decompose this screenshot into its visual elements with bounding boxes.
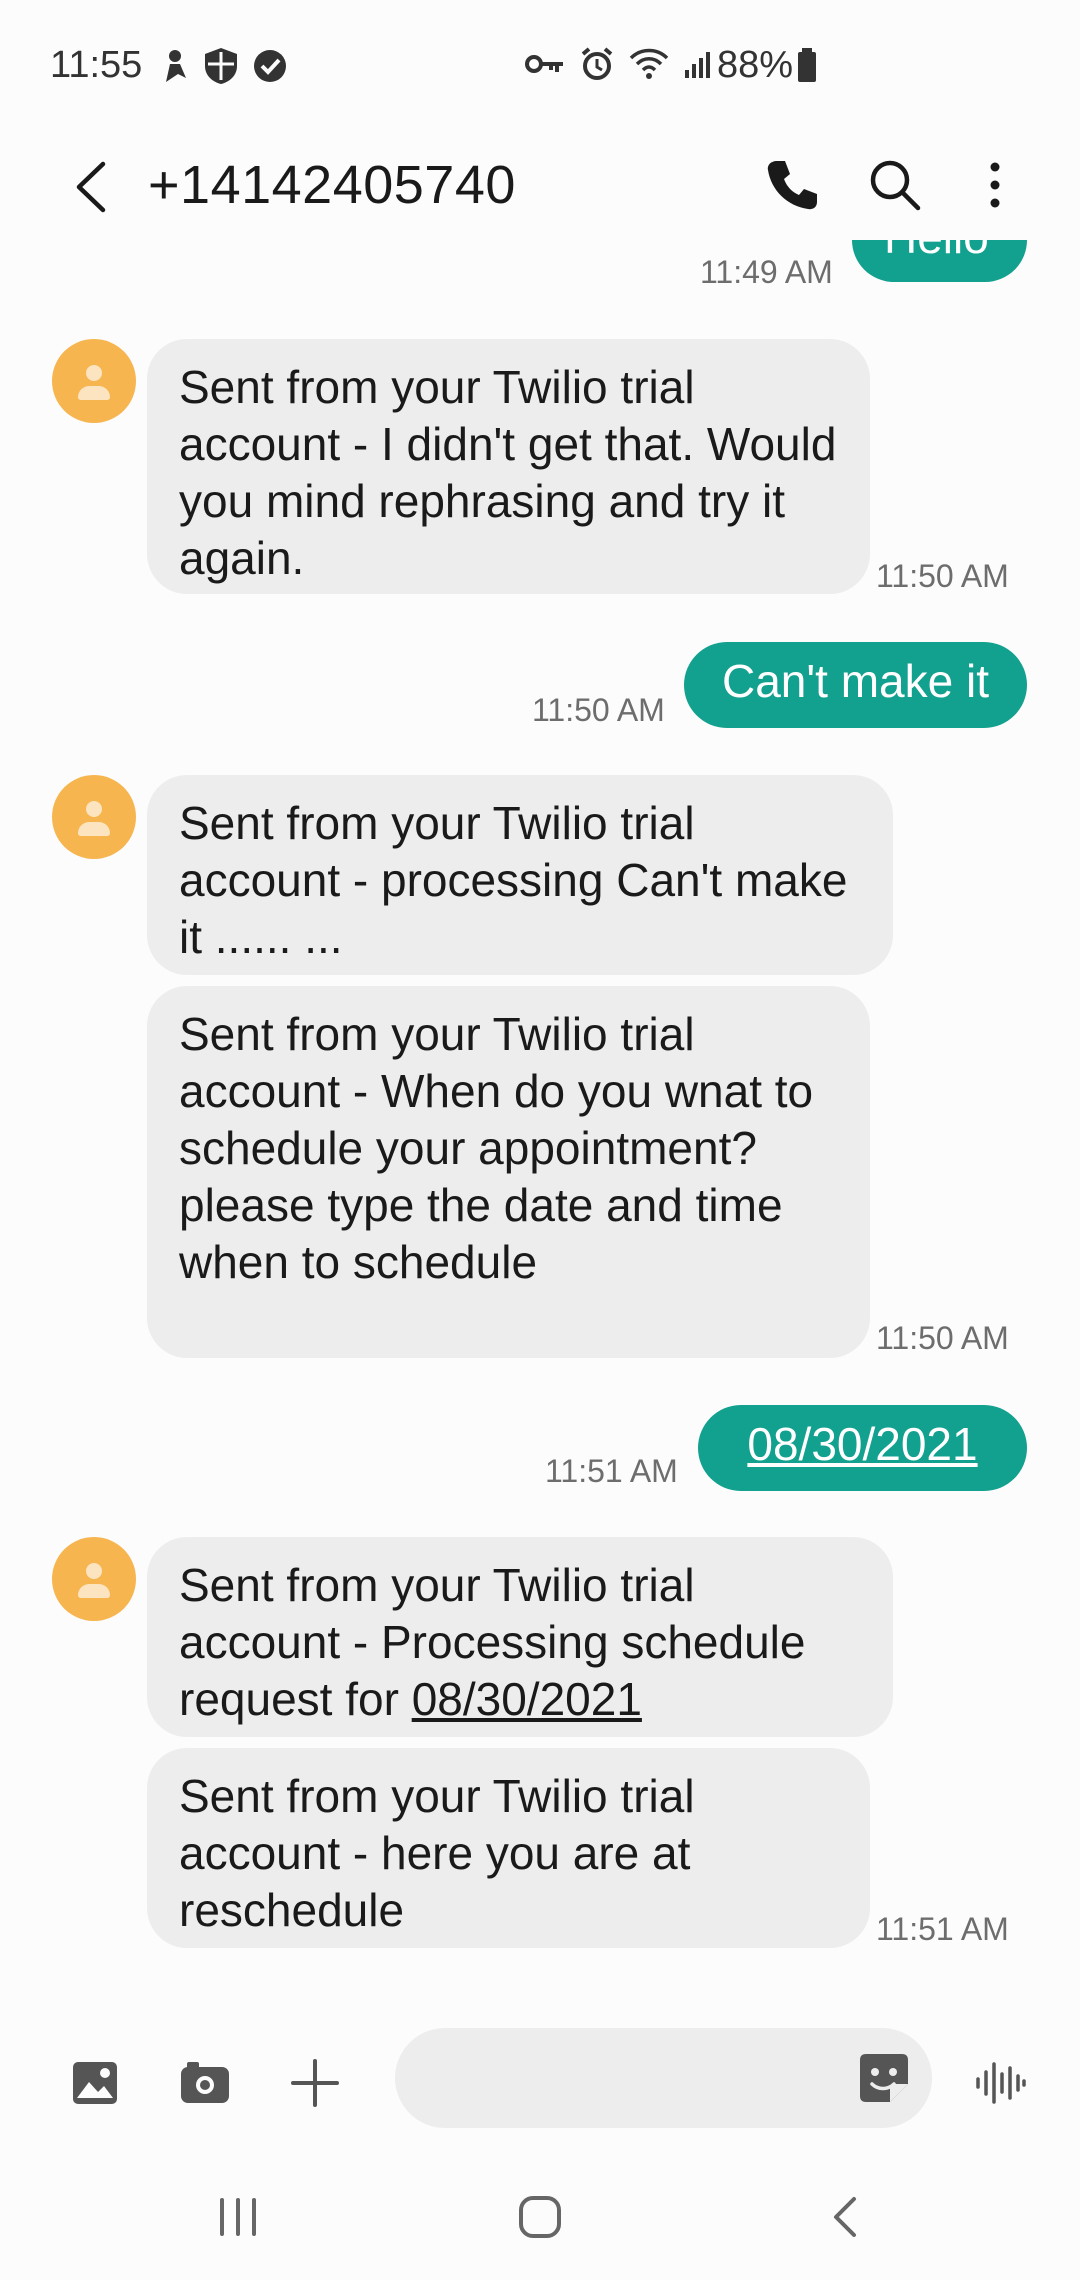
vpn-key-icon [525, 55, 563, 73]
message-timestamp: 11:50 AM [532, 692, 665, 728]
outgoing-message-bubble[interactable]: Hello [852, 240, 1027, 282]
incoming-message-bubble[interactable]: Sent from your Twilio trial account - I … [147, 339, 870, 594]
conversation-header: +14142405740 [0, 130, 1080, 240]
message-timestamp: 11:51 AM [876, 1911, 1009, 1947]
back-button[interactable] [60, 152, 120, 222]
chevron-left-icon [834, 2197, 856, 2237]
status-time: 11:55 [50, 44, 143, 86]
battery-icon [798, 48, 816, 82]
message-timestamp: 11:50 AM [876, 558, 1009, 594]
status-right-icons [525, 46, 717, 82]
plus-icon [291, 2059, 339, 2107]
sticker-button[interactable] [856, 2050, 912, 2106]
add-attachment-button[interactable] [280, 2048, 350, 2118]
signal-icon [685, 52, 710, 78]
arrow-left-icon [76, 161, 106, 213]
incoming-message-bubble[interactable]: Sent from your Twilio trial account - Pr… [147, 1537, 893, 1737]
voice-input-button[interactable] [965, 2048, 1035, 2118]
alarm-icon [581, 47, 613, 80]
battery-percent: 88% [717, 44, 794, 86]
date-link[interactable]: 08/30/2021 [747, 1418, 977, 1470]
recents-button[interactable] [198, 2182, 278, 2252]
date-link[interactable]: 08/30/2021 [412, 1673, 642, 1725]
recents-icon [220, 2198, 256, 2236]
message-timestamp: 11:49 AM [700, 254, 833, 290]
camera-button[interactable] [170, 2048, 240, 2118]
incoming-message-bubble[interactable]: Sent from your Twilio trial account - he… [147, 1748, 870, 1948]
message-timestamp: 11:51 AM [545, 1453, 678, 1489]
incoming-message-bubble[interactable]: Sent from your Twilio trial account - Wh… [147, 986, 870, 1358]
incoming-message-bubble[interactable]: Sent from your Twilio trial account - pr… [147, 775, 893, 975]
call-button[interactable] [757, 150, 827, 220]
notification-figure-icon [166, 50, 186, 82]
wifi-icon [629, 48, 669, 79]
contact-avatar[interactable] [52, 775, 136, 859]
waveform-icon [976, 2062, 1026, 2104]
home-icon [519, 2196, 561, 2238]
camera-icon [181, 2062, 229, 2103]
status-left-icons [160, 46, 288, 86]
outgoing-message-bubble[interactable]: Can't make it [684, 642, 1027, 728]
sticker-icon [860, 2054, 908, 2102]
compose-bar [0, 2010, 1080, 2140]
search-icon [870, 160, 921, 211]
more-vert-icon [990, 162, 1000, 208]
phone-icon [767, 161, 817, 210]
status-bar: 11:55 88% [0, 0, 1080, 130]
image-icon [73, 2062, 117, 2104]
contact-avatar[interactable] [52, 339, 136, 423]
contact-avatar[interactable] [52, 1537, 136, 1621]
contact-title: +14142405740 [148, 155, 516, 215]
message-input[interactable] [395, 2028, 932, 2128]
message-clip: Hello [0, 240, 1080, 310]
shield-icon [205, 48, 237, 84]
home-button[interactable] [500, 2182, 580, 2252]
more-options-button[interactable] [960, 150, 1030, 220]
system-navigation-bar [0, 2160, 1080, 2280]
check-circle-icon [254, 50, 286, 82]
gallery-button[interactable] [60, 2048, 130, 2118]
search-button[interactable] [860, 150, 930, 220]
message-timestamp: 11:50 AM [876, 1320, 1009, 1356]
nav-back-button[interactable] [804, 2182, 884, 2252]
outgoing-message-bubble[interactable]: 08/30/2021 [698, 1405, 1027, 1491]
